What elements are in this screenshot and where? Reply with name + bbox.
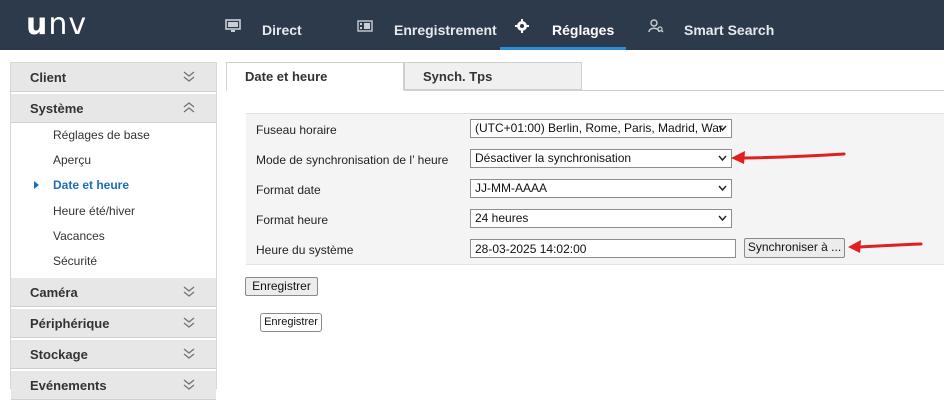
sidebar-section-label: Client: [30, 70, 67, 85]
sidebar-section-evenements[interactable]: Evénements: [11, 371, 216, 400]
timezone-select[interactable]: (UTC+01:00) Berlin, Rome, Paris, Madrid,…: [470, 119, 732, 138]
sidebar-item-reglages-de-base[interactable]: Réglages de base: [53, 128, 150, 142]
chevron-down-icon: [718, 215, 727, 222]
date-time-form: Fuseau horaire (UTC+01:00) Berlin, Rome,…: [246, 113, 944, 265]
nav-enregistrement[interactable]: Enregistrement: [394, 0, 497, 50]
sidebar-section-systeme[interactable]: Système: [11, 94, 216, 123]
chevron-up-icon: [183, 102, 195, 113]
system-time-label: Heure du système: [256, 243, 354, 257]
gear-icon: [515, 19, 529, 33]
sidebar: Client Système Réglages de base Aperçu D…: [10, 62, 217, 400]
unv-logo: unv: [26, 7, 88, 42]
tab-date-et-heure[interactable]: Date et heure: [226, 62, 404, 91]
sync-mode-select[interactable]: Désactiver la synchronisation: [470, 149, 732, 168]
active-item-arrow-icon: [34, 181, 39, 189]
date-format-row: Format date JJ-MM-AAAA: [246, 174, 944, 205]
chevron-down-icon: [183, 286, 195, 297]
sidebar-section-client[interactable]: Client: [11, 63, 216, 92]
sidebar-section-label: Evénements: [30, 378, 107, 393]
chevron-down-icon: [718, 125, 727, 132]
sidebar-item-vacances[interactable]: Vacances: [53, 229, 105, 243]
film-icon: [357, 20, 373, 32]
annotation-arrow-sync-mode: [731, 151, 846, 164]
chevron-down-icon: [183, 379, 195, 390]
annotation-arrow-sync-button: [848, 240, 923, 253]
save-button[interactable]: Enregistrer: [245, 277, 318, 296]
time-format-row: Format heure 24 heures: [246, 204, 944, 235]
nav-reglages[interactable]: Réglages: [552, 0, 614, 50]
sidebar-section-label: Système: [30, 101, 84, 116]
monitor-icon: [225, 19, 241, 32]
system-time-row: Heure du système Synchroniser à ...: [246, 234, 944, 265]
sync-mode-label: Mode de synchronisation de l’ heure: [256, 153, 449, 167]
save-button-secondary[interactable]: Enregistrer: [260, 313, 322, 332]
sidebar-section-stockage[interactable]: Stockage: [11, 340, 216, 369]
sync-time-button[interactable]: Synchroniser à ...: [744, 238, 845, 258]
sidebar-item-apercu[interactable]: Aperçu: [53, 153, 91, 167]
system-time-input[interactable]: [470, 239, 736, 258]
time-format-select[interactable]: 24 heures: [470, 209, 732, 228]
sidebar-section-peripherique[interactable]: Périphérique: [11, 309, 216, 338]
date-format-select[interactable]: JJ-MM-AAAA: [470, 179, 732, 198]
time-format-label: Format heure: [256, 213, 329, 227]
sidebar-item-date-et-heure[interactable]: Date et heure: [53, 178, 129, 192]
chevron-down-icon: [183, 348, 195, 359]
active-nav-indicator: [500, 47, 626, 50]
sidebar-section-label: Caméra: [30, 285, 78, 300]
chevron-down-icon: [718, 155, 727, 162]
sidebar-item-securite[interactable]: Sécurité: [53, 254, 97, 268]
sidebar-section-label: Périphérique: [30, 316, 110, 331]
tab-synch-tps[interactable]: Synch. Tps: [404, 62, 582, 90]
sidebar-section-label: Stockage: [30, 347, 88, 362]
chevron-down-icon: [183, 71, 195, 82]
nav-direct[interactable]: Direct: [262, 0, 302, 50]
sidebar-section-camera[interactable]: Caméra: [11, 278, 216, 307]
sidebar-item-heure-ete-hiver[interactable]: Heure été/hiver: [53, 204, 135, 218]
nav-smart-search[interactable]: Smart Search: [684, 0, 774, 50]
timezone-label: Fuseau horaire: [256, 123, 337, 137]
timezone-row: Fuseau horaire (UTC+01:00) Berlin, Rome,…: [246, 114, 944, 145]
top-navigation-bar: unv Direct Enregistrement Réglages Smart…: [0, 0, 944, 50]
chevron-down-icon: [718, 185, 727, 192]
person-search-icon: [648, 19, 664, 33]
date-format-label: Format date: [256, 183, 321, 197]
chevron-down-icon: [183, 317, 195, 328]
